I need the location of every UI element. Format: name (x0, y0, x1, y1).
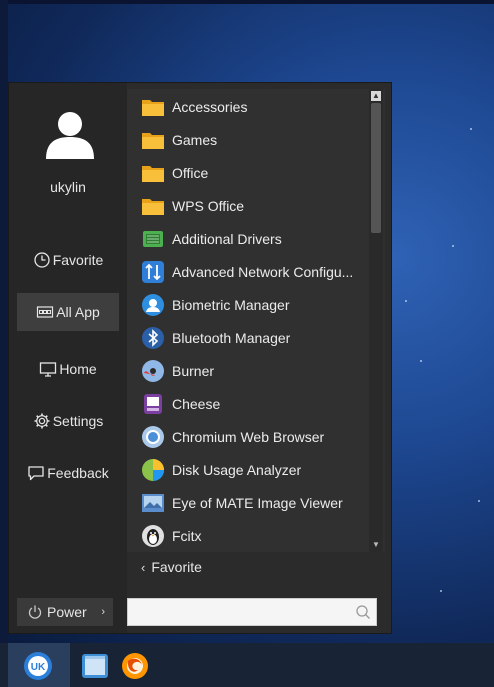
app-label: Fcitx (172, 527, 202, 544)
app-item-disk-usage-analyzer[interactable]: Disk Usage Analyzer (127, 453, 367, 486)
all-apps-icon (37, 306, 54, 318)
search-box[interactable] (127, 598, 377, 626)
app-item-burner[interactable]: Burner (127, 354, 367, 387)
folder-icon (141, 95, 165, 119)
gear-icon (34, 413, 50, 429)
bluetooth-icon (141, 326, 165, 350)
burner-disc-icon (141, 359, 165, 383)
sidebar-item-all-app[interactable]: All App (17, 293, 119, 331)
chip-icon (141, 227, 165, 251)
start-menu-icon[interactable]: UK (23, 651, 53, 681)
chevron-left-icon: ‹ (141, 560, 146, 575)
app-label: Eye of MATE Image Viewer (172, 494, 343, 511)
folder-icon (141, 194, 165, 218)
sidebar-item-label: Favorite (52, 252, 104, 268)
app-item-office[interactable]: Office (127, 156, 367, 189)
power-button[interactable]: Power › (17, 598, 113, 626)
search-input[interactable] (134, 602, 358, 624)
app-label: Chromium Web Browser (172, 428, 325, 445)
app-item-cheese[interactable]: Cheese (127, 387, 367, 420)
app-label: Accessories (172, 98, 248, 115)
username-label: ukylin (50, 179, 86, 195)
sidebar-item-settings[interactable]: Settings (17, 402, 119, 440)
sidebar-item-favorite[interactable]: Favorite (17, 241, 119, 279)
app-label: Burner (172, 362, 215, 379)
start-menu: ukylin Favorite All App Home Settings Fe… (8, 82, 392, 634)
app-item-fcitx[interactable]: Fcitx (127, 519, 367, 552)
sidebar-item-label: Home (59, 361, 97, 377)
app-list-scrollbar[interactable]: ▲ ▼ (369, 89, 383, 552)
firefox-icon[interactable] (120, 651, 150, 681)
app-item-eye-of-mate[interactable]: Eye of MATE Image Viewer (127, 486, 367, 519)
sidebar-item-home[interactable]: Home (17, 350, 119, 388)
power-icon (28, 605, 42, 619)
pie-chart-icon (141, 458, 165, 482)
chevron-right-icon: › (101, 606, 105, 618)
app-list: Accessories Games Office WPS Office Addi… (127, 89, 385, 552)
app-item-games[interactable]: Games (127, 123, 367, 156)
folder-icon (141, 161, 165, 185)
taskbar (0, 643, 494, 687)
app-label: Office (172, 164, 209, 181)
power-label: Power (47, 604, 87, 620)
scroll-down-arrow-icon[interactable]: ▼ (371, 540, 381, 550)
scroll-thumb[interactable] (371, 103, 381, 233)
favorite-link[interactable]: ‹ Favorite (141, 559, 202, 575)
app-item-advanced-network[interactable]: Advanced Network Configu... (127, 255, 367, 288)
cheese-icon (141, 392, 165, 416)
folder-icon (141, 128, 165, 152)
image-viewer-icon (141, 491, 165, 515)
app-label: Disk Usage Analyzer (172, 461, 302, 478)
start-logo-text: UK (31, 662, 46, 673)
app-label: WPS Office (172, 197, 245, 214)
sidebar-item-label: All App (56, 304, 100, 320)
app-item-biometric-manager[interactable]: Biometric Manager (127, 288, 367, 321)
sidebar-item-feedback[interactable]: Feedback (17, 454, 119, 492)
app-label: Advanced Network Configu... (172, 263, 354, 280)
app-label: Games (172, 131, 218, 148)
app-label: Cheese (172, 395, 221, 412)
app-item-bluetooth-manager[interactable]: Bluetooth Manager (127, 321, 367, 354)
monitor-icon (40, 362, 57, 377)
feedback-icon (28, 466, 44, 481)
chromium-icon (141, 425, 165, 449)
app-label: Additional Drivers (172, 230, 282, 247)
sidebar-item-label: Settings (52, 413, 104, 429)
user-avatar-icon[interactable] (43, 107, 97, 161)
favorite-link-label: Favorite (151, 559, 202, 575)
file-manager-icon[interactable] (80, 651, 110, 681)
penguin-icon (141, 524, 165, 548)
sidebar-item-label: Feedback (47, 465, 109, 481)
app-item-additional-drivers[interactable]: Additional Drivers (127, 222, 367, 255)
clock-icon (34, 252, 50, 268)
left-edge (0, 0, 8, 643)
app-label: Biometric Manager (172, 296, 290, 313)
app-item-wps-office[interactable]: WPS Office (127, 189, 367, 222)
network-arrows-icon (141, 260, 165, 284)
app-item-accessories[interactable]: Accessories (127, 90, 367, 123)
top-edge (0, 0, 494, 4)
app-item-chromium[interactable]: Chromium Web Browser (127, 420, 367, 453)
biometric-icon (141, 293, 165, 317)
app-label: Bluetooth Manager (172, 329, 291, 346)
menu-sidebar: ukylin Favorite All App Home Settings Fe… (9, 83, 127, 633)
search-icon[interactable] (355, 604, 371, 620)
scroll-up-arrow-icon[interactable]: ▲ (371, 91, 381, 101)
